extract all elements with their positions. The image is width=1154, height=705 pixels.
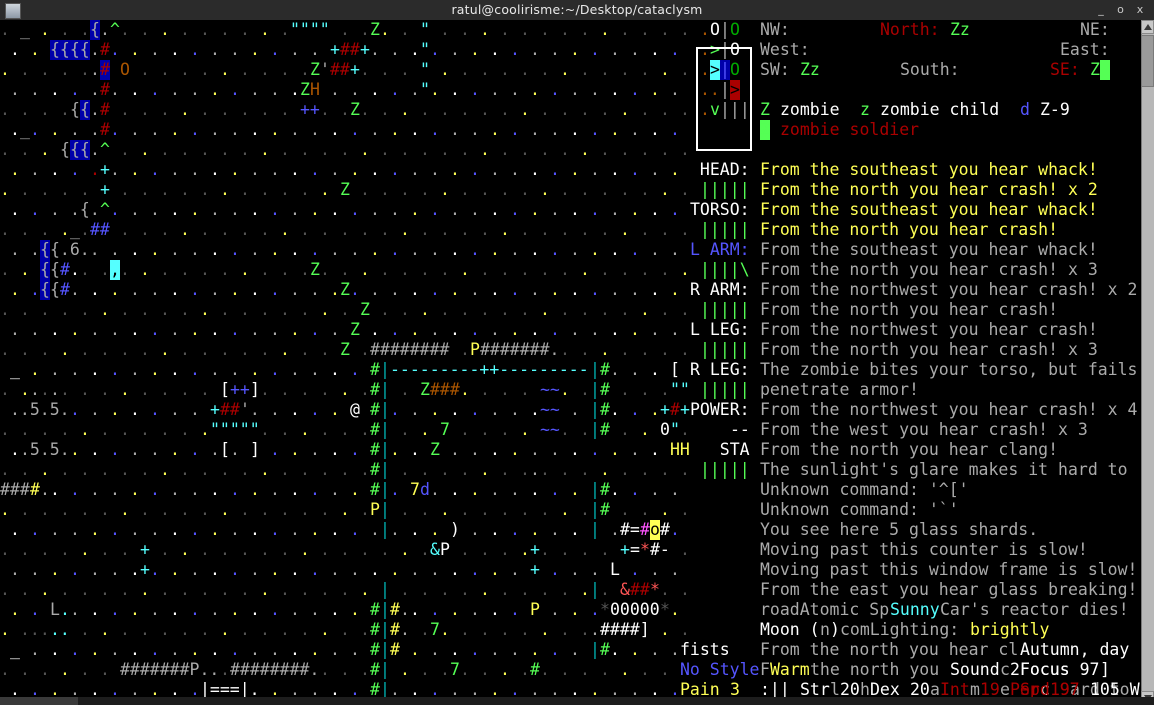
terminal-row: . . . ._.## . . . . . . . . . . . . . . …: [0, 220, 1059, 239]
terminal-row: ..5.5.. . . . . . . +##'. . . . . @ #|. …: [10, 400, 1138, 419]
minimize-button[interactable]: _: [1093, 0, 1109, 20]
terminal-row: . . . .{{.# . . . . . . . . . ++. .Z. . …: [0, 100, 1070, 120]
terminal-row: ._. . . .#. . . . . . . . . . . . . . . …: [10, 120, 920, 140]
terminal-row: . .{{#. . . . . . . . . . . . . .Z. . . …: [10, 280, 1138, 300]
close-button[interactable]: x: [1132, 0, 1148, 20]
terminal-row: . _ . . .{.^. . . . . . . . ."""" . .Z. …: [0, 20, 1110, 40]
terminal-row: . . . {{{.^ . . . . . . . . . . . . . . …: [0, 140, 690, 160]
window-title: ratul@coolirisme:~/Desktop/cataclysm: [451, 2, 703, 17]
terminal-row: . . . . .+. . . . . . . . . . . . . . . …: [10, 160, 1098, 179]
terminal-row: . . . .{.^. . . . . . . . . . . . . . . …: [10, 200, 1098, 219]
terminal-row: . . {{#.. .,. . . . . . . . . .Z. . . . …: [0, 260, 1098, 280]
terminal-row: . . . . . . . . . . .""""". . . . . .#| …: [0, 420, 1088, 439]
vertical-scrollbar[interactable]: [1140, 20, 1154, 705]
terminal-row: _ . . . . . . . . . . . . . . . . . #|# …: [10, 640, 1140, 659]
terminal-screen[interactable]: . _ . . .{.^. . . . . . . . ."""" . .Z. …: [0, 20, 1140, 705]
terminal-row: . . L.. . . . . . . . . . . . . . . #|#.…: [10, 600, 1129, 619]
bottom-status-strip: [0, 697, 1154, 705]
window-title-bar: ratul@coolirisme:~/Desktop/cataclysm _ o…: [0, 0, 1154, 20]
maximize-button[interactable]: o: [1113, 0, 1129, 20]
terminal-row: . . . . ..# O . . . . . . . . .Z'##+. . …: [0, 60, 1140, 80]
terminal-row: ..5.5.. . . . . . . .[. ] . . . . . #|. …: [10, 440, 1059, 459]
terminal-row: . . . . .#. . . . . . . . . .ZH . . . . …: [10, 80, 740, 100]
scrollbar-track[interactable]: [1141, 20, 1154, 705]
terminal-row: . . . . . . . . . . . . . . . . . . .|. …: [10, 520, 1039, 540]
terminal-row: . . . . . . .+. . . . . . . . . . . . . …: [10, 560, 1138, 579]
terminal-row: . ..... . . . . . . . . . . . . . . .#|#…: [0, 620, 1050, 639]
terminal-row: . . . . . + . . . . . . . . . . . Z . . …: [0, 180, 1098, 199]
scroll-up-arrow-icon[interactable]: [1141, 20, 1154, 34]
terminal-row: . .{{.6.. . . . . . . . . . . . . . . . …: [10, 240, 1098, 260]
terminal-row: _ . . . . . . . . . . . . . . . . . #|--…: [10, 360, 1138, 379]
ascii-grid: . _ . . .{.^. . . . . . . . ."""" . .Z. …: [0, 20, 1140, 700]
window-controls: _ o x: [1093, 0, 1148, 20]
terminal-row: ####.. . . . . . . . . . . . . . . . #|.…: [0, 480, 969, 499]
terminal-row: . . {{{{.#. . . . . . . . . . . +##+. . …: [10, 40, 1110, 60]
minimap-border: [696, 47, 752, 151]
terminal-row: . . . . . . . + . . . . . . . . . . . . …: [0, 540, 1088, 559]
terminal-row: . . . . . . . . . . . . . . . . . Z . . …: [10, 320, 1098, 339]
terminal-row: . ..... . . . . . . . [++]. . . . . .#| …: [0, 380, 919, 399]
scrollbar-thumb[interactable]: [1141, 35, 1154, 87]
terminal-row: . . . . . . . . . . . . . . . . . . . | …: [0, 580, 1138, 599]
terminal-row: . . . . . . . . . . . . . . . . . . .P| …: [0, 500, 959, 519]
status-overlay: Focus 97: [1020, 660, 1100, 679]
terminal-row: . . . . . . . . . . . . . . . . . . .#| …: [0, 460, 1138, 479]
terminal-row: . . . . . . . . . . . . . . . . . Z .###…: [0, 340, 1098, 359]
terminal-row: . . . . . . #######P...########.. . .#| …: [0, 660, 1110, 679]
terminal-row: . . . . . . . . . . . . . . . . . . Z . …: [0, 300, 1059, 319]
